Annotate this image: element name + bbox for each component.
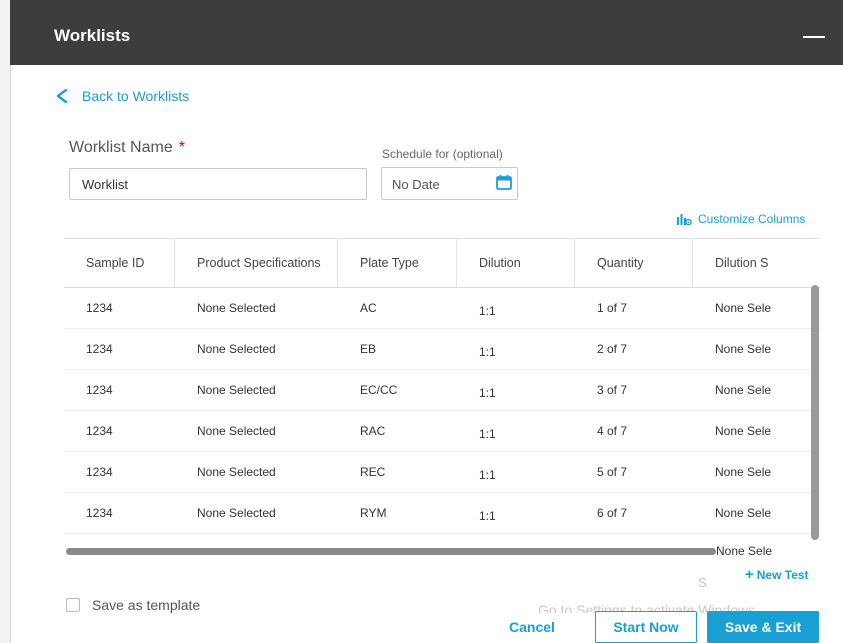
cell-quantity: 4 of 7 <box>597 423 628 438</box>
cell-dilution-s[interactable]: None Sele <box>693 410 820 451</box>
worklist-table: Sample ID Product Specifications Plate T… <box>64 238 820 559</box>
horizontal-scrollbar[interactable] <box>66 548 716 555</box>
cell-product-spec[interactable]: None Selected <box>175 287 338 328</box>
column-header[interactable]: Dilution <box>457 239 575 287</box>
cell-plate-type[interactable]: EC/CC <box>338 369 457 410</box>
cell-sample-id: 1234 <box>86 423 113 438</box>
minimize-icon[interactable] <box>803 36 825 38</box>
schedule-date-picker[interactable]: No Date <box>381 167 518 200</box>
schedule-label: Schedule for (optional) <box>382 147 503 161</box>
back-to-worklists-link[interactable]: Back to Worklists <box>54 88 189 104</box>
start-now-button[interactable]: Start Now <box>595 611 697 643</box>
table-row[interactable]: 1234 None Selected AC 1:1 1 of 7 None Se… <box>64 287 820 329</box>
columns-settings-icon <box>677 214 692 226</box>
column-header[interactable]: Product Specifications <box>175 239 338 287</box>
table-row[interactable]: 1234 None Selected RAC 1:1 4 of 7 None S… <box>64 410 820 452</box>
cell-dilution[interactable]: 1:1 <box>457 369 575 410</box>
ghost-text: S <box>698 575 707 590</box>
cell-quantity: 2 of 7 <box>597 341 628 356</box>
calendar-icon[interactable] <box>496 174 512 190</box>
new-test-label: New Test <box>756 568 809 582</box>
cell-product-spec[interactable]: None Selected <box>175 492 338 533</box>
column-header[interactable]: Dilution S <box>693 239 820 287</box>
cell-product-spec[interactable]: None Selected <box>175 410 338 451</box>
cell-dilution-s[interactable]: None Sele <box>693 451 820 492</box>
cell-dilution-s[interactable]: None Sele <box>693 492 820 533</box>
save-exit-button[interactable]: Save & Exit <box>707 611 819 643</box>
cell-dilution-s[interactable]: None Sele <box>693 369 820 410</box>
cell-dilution-s[interactable]: None Sele <box>693 328 820 369</box>
required-asterisk: * <box>178 139 185 156</box>
cell-dilution[interactable]: 1:1 <box>457 328 575 369</box>
cell-sample-id: 1234 <box>86 464 113 479</box>
schedule-date-value: No Date <box>392 177 440 192</box>
titlebar: Worklists <box>10 0 843 65</box>
cell-dilution[interactable]: 1:1 <box>457 410 575 451</box>
table-row[interactable]: 1234 None Selected REC 1:1 5 of 7 None S… <box>64 451 820 493</box>
chevron-left-icon <box>56 88 68 104</box>
customize-columns-label: Customize Columns <box>698 212 806 226</box>
new-test-button[interactable]: + New Test <box>745 566 809 583</box>
column-header[interactable]: Plate Type <box>338 239 457 287</box>
cell-quantity: 1 of 7 <box>597 300 628 315</box>
plus-icon: + <box>745 566 754 583</box>
cell-sample-id: 1234 <box>86 300 113 315</box>
cell-quantity: 6 of 7 <box>597 505 628 520</box>
cell-plate-type[interactable]: RYM <box>338 492 457 533</box>
table-header: Sample ID Product Specifications Plate T… <box>64 239 820 288</box>
worklist-name-label-text: Worklist Name <box>69 139 173 156</box>
cell-sample-id: 1234 <box>86 505 113 520</box>
cell-product-spec[interactable]: None Selected <box>175 369 338 410</box>
worklist-name-input[interactable] <box>69 168 367 200</box>
cell-dilution[interactable]: 1:1 <box>457 492 575 533</box>
customize-columns-link[interactable]: Customize Columns <box>676 212 805 226</box>
back-link-label: Back to Worklists <box>82 88 190 104</box>
column-header[interactable]: Sample ID <box>64 239 175 287</box>
save-as-template-label: Save as template <box>92 597 201 613</box>
cell-quantity: 3 of 7 <box>597 382 628 397</box>
checkbox-icon[interactable] <box>66 598 80 612</box>
save-as-template-checkbox[interactable]: Save as template <box>66 597 200 613</box>
table-row[interactable]: 1234 None Selected EC/CC 1:1 3 of 7 None… <box>64 369 820 411</box>
window-title: Worklists <box>54 26 131 45</box>
worklist-name-label: Worklist Name * <box>69 139 185 157</box>
cell-sample-id: 1234 <box>86 382 113 397</box>
column-header[interactable]: Quantity <box>575 239 693 287</box>
table-row[interactable]: 1234 None Selected RYM 1:1 6 of 7 None S… <box>64 492 820 534</box>
cell-dilution-s[interactable]: None Sele <box>693 287 820 328</box>
cell-product-spec[interactable]: None Selected <box>175 328 338 369</box>
table-row[interactable]: 1234 None Selected EB 1:1 2 of 7 None Se… <box>64 328 820 370</box>
cell-product-spec[interactable]: None Selected <box>175 451 338 492</box>
partial-row-cell: None Sele <box>716 544 773 558</box>
cell-plate-type[interactable]: AC <box>338 287 457 328</box>
cell-plate-type[interactable]: REC <box>338 451 457 492</box>
cell-plate-type[interactable]: EB <box>338 328 457 369</box>
cell-dilution[interactable]: 1:1 <box>457 287 575 328</box>
cell-sample-id: 1234 <box>86 341 113 356</box>
vertical-scrollbar[interactable] <box>811 285 819 540</box>
cancel-button[interactable]: Cancel <box>509 619 555 635</box>
cell-plate-type[interactable]: RAC <box>338 410 457 451</box>
left-edge-strip <box>0 0 11 643</box>
cell-quantity: 5 of 7 <box>597 464 628 479</box>
cell-dilution[interactable]: 1:1 <box>457 451 575 492</box>
